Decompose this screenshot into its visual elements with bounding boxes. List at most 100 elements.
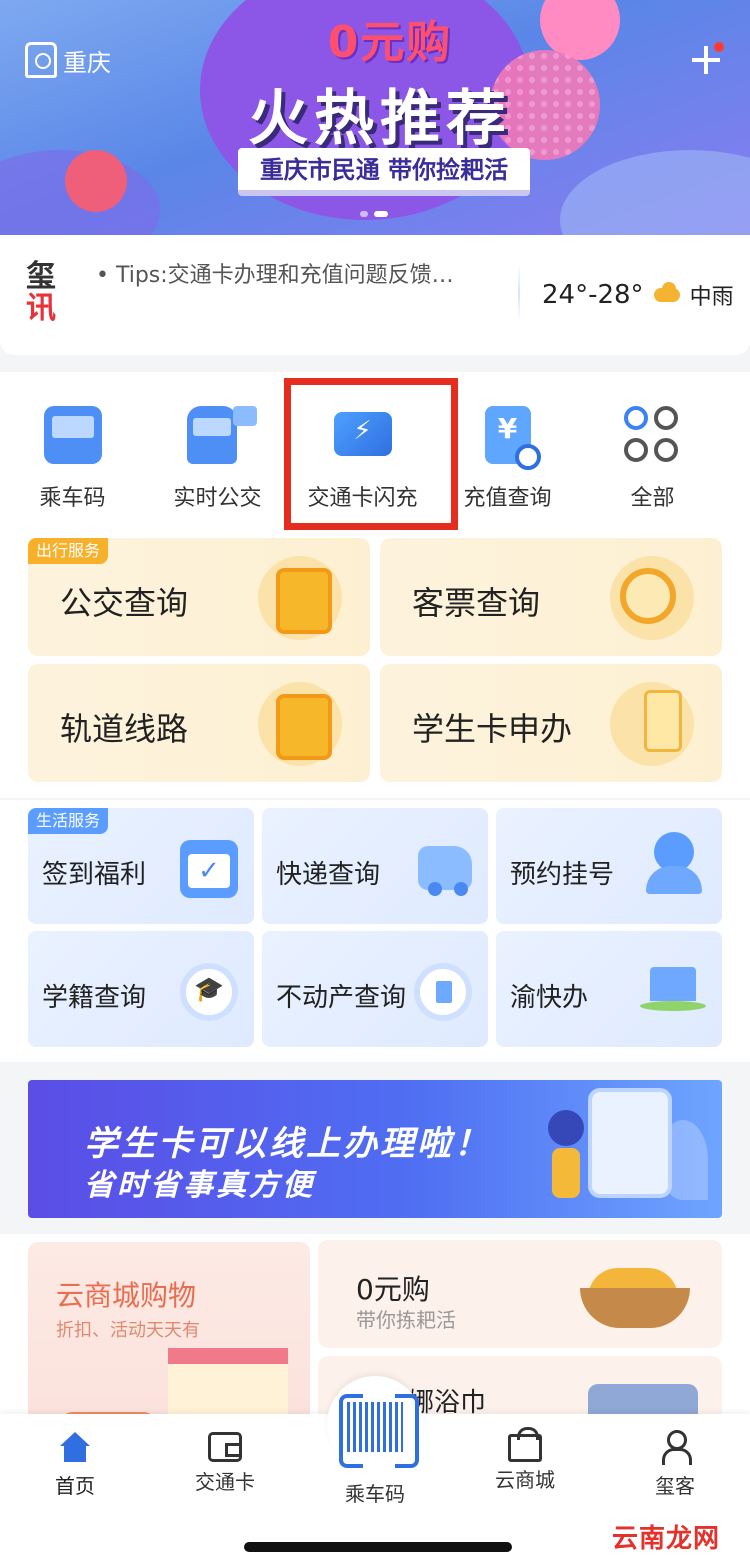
promo-banner[interactable]: 学生卡可以线上办理啦！ 省时省事真方便 <box>28 1080 722 1218</box>
service-school-record[interactable]: 学籍查询 <box>28 931 254 1047</box>
recharge-search-icon <box>484 406 541 470</box>
promo-line-1: 学生卡可以线上办理啦！ <box>84 1124 491 1164</box>
person-icon <box>658 1430 692 1465</box>
building-search-icon <box>414 963 472 1021</box>
quick-actions: 乘车码 实时公交 交通卡闪充 充值查询 全部 <box>0 372 750 530</box>
section-badge: 生活服务 <box>28 808 109 834</box>
flash-card-icon <box>333 412 392 456</box>
service-label: 客票查询 <box>412 584 541 622</box>
delivery-truck-icon <box>418 846 472 896</box>
card-title: 0元购 <box>356 1273 430 1306</box>
quick-action-label: 实时公交 <box>173 486 262 511</box>
hero-banner[interactable]: 重庆 0元购 火热推荐 重庆市民通 带你捡耙活 <box>0 0 750 235</box>
weather-condition: 中雨 <box>689 285 734 310</box>
quick-action-flash-charge[interactable]: 交通卡闪充 <box>290 372 435 530</box>
grid-all-icon <box>623 406 682 464</box>
home-indicator <box>244 1542 512 1552</box>
carousel-dot-active <box>374 211 388 217</box>
travel-services: 出行服务 公交查询 客票查询 轨道线路 学生卡申办 <box>0 530 750 798</box>
banner-headline-top: 0元购 <box>327 17 453 68</box>
government-building-icon <box>640 967 706 1015</box>
city-name: 重庆 <box>63 48 111 77</box>
student-illustration <box>548 1110 584 1198</box>
service-express[interactable]: 快递查询 <box>262 808 488 924</box>
service-label: 学生卡申办 <box>412 710 573 748</box>
news-logo-bottom: 讯 <box>26 291 56 326</box>
basket-illustration <box>580 1288 690 1328</box>
train-icon <box>258 682 342 766</box>
section-badge: 出行服务 <box>28 538 109 564</box>
student-card-icon <box>610 682 694 766</box>
banner-headline: 火热推荐 <box>248 84 512 154</box>
doctor-icon <box>646 832 702 894</box>
tab-home[interactable]: 首页 <box>0 1414 150 1514</box>
service-label: 预约挂号 <box>510 860 615 890</box>
graduation-search-icon <box>180 963 238 1021</box>
service-hospital[interactable]: 预约挂号 <box>496 808 722 924</box>
wallet-card-icon <box>208 1432 242 1462</box>
mall-subtitle: 折扣、活动天天有 <box>56 1320 200 1341</box>
service-label: 公交查询 <box>60 584 189 622</box>
ticket-search-icon <box>610 556 694 640</box>
city-building-icon <box>25 42 57 78</box>
store-icon <box>508 1427 542 1462</box>
tab-label: 乘车码 <box>345 1482 405 1506</box>
bus-icon <box>258 556 342 640</box>
service-label: 渝快办 <box>510 983 589 1013</box>
scan-code-button[interactable] <box>327 1376 423 1472</box>
quick-action-label: 充值查询 <box>463 486 552 511</box>
notification-dot <box>714 42 724 52</box>
mall-title: 云商城购物 <box>56 1279 197 1312</box>
life-services: 生活服务 签到福利 快递查询 预约挂号 学籍查询 不动产查询 渝快办 <box>0 800 750 1062</box>
card-subtitle: 带你拣耙活 <box>356 1308 456 1332</box>
service-label: 轨道线路 <box>60 710 189 748</box>
service-student-card[interactable]: 学生卡申办 <box>380 664 722 782</box>
bus-stop-icon <box>186 406 257 464</box>
service-label: 签到福利 <box>42 860 147 890</box>
banner-tagline: 重庆市民通 带你捡耙活 <box>238 148 530 196</box>
service-label: 不动产查询 <box>276 983 407 1013</box>
quick-action-label: 交通卡闪充 <box>307 486 418 511</box>
quick-action-recharge-query[interactable]: 充值查询 <box>435 372 580 530</box>
quick-action-realtime-bus[interactable]: 实时公交 <box>145 372 290 530</box>
bus-qr-icon <box>43 406 102 464</box>
banner-decoration <box>65 150 127 212</box>
scan-code-icon <box>347 1402 403 1452</box>
rain-cloud-icon <box>652 282 682 308</box>
weather-widget[interactable]: 24°-28° 中雨 <box>542 279 734 311</box>
divider <box>518 263 520 323</box>
service-label: 快递查询 <box>276 860 381 890</box>
quick-action-all[interactable]: 全部 <box>580 372 725 530</box>
news-logo: 玺 讯 <box>26 261 64 325</box>
tab-transit-card[interactable]: 交通卡 <box>150 1414 300 1514</box>
news-logo-top: 玺 <box>26 259 56 294</box>
tab-label: 首页 <box>55 1474 95 1498</box>
service-yukuaiban[interactable]: 渝快办 <box>496 931 722 1047</box>
service-ticket-query[interactable]: 客票查询 <box>380 538 722 656</box>
tab-label: 交通卡 <box>195 1470 255 1494</box>
tab-cloud-mall[interactable]: 云商城 <box>450 1414 600 1514</box>
carousel-indicator <box>360 211 388 217</box>
promo-line-2: 省时省事真方便 <box>84 1168 315 1203</box>
phone-illustration <box>588 1088 672 1198</box>
calendar-check-icon <box>180 840 238 898</box>
quick-action-label: 乘车码 <box>39 486 106 511</box>
service-real-estate[interactable]: 不动产查询 <box>262 931 488 1047</box>
service-rail-lines[interactable]: 轨道线路 <box>28 664 370 782</box>
quick-action-label: 全部 <box>630 486 675 511</box>
home-icon <box>58 1430 92 1464</box>
tab-profile[interactable]: 玺客 <box>600 1414 750 1514</box>
banner-decoration <box>560 150 750 235</box>
tab-label: 云商城 <box>495 1468 555 1492</box>
news-tip[interactable]: • Tips:交通卡办理和充值问题反馈… <box>96 257 454 289</box>
tab-label: 玺客 <box>655 1474 695 1498</box>
city-selector[interactable]: 重庆 <box>25 42 111 78</box>
news-bar: 玺 讯 • Tips:交通卡办理和充值问题反馈… 24°-28° 中雨 <box>0 235 750 355</box>
quick-action-ride-code[interactable]: 乘车码 <box>0 372 145 530</box>
carousel-dot <box>360 211 368 217</box>
watermark: 云南龙网 <box>612 1524 721 1554</box>
zero-yuan-card[interactable]: 0元购 带你拣耙活 <box>318 1240 722 1348</box>
mall-shopping-card[interactable]: 云商城购物 折扣、活动天天有 <box>28 1242 310 1432</box>
service-label: 学籍查询 <box>42 983 147 1013</box>
add-button[interactable] <box>688 42 724 78</box>
